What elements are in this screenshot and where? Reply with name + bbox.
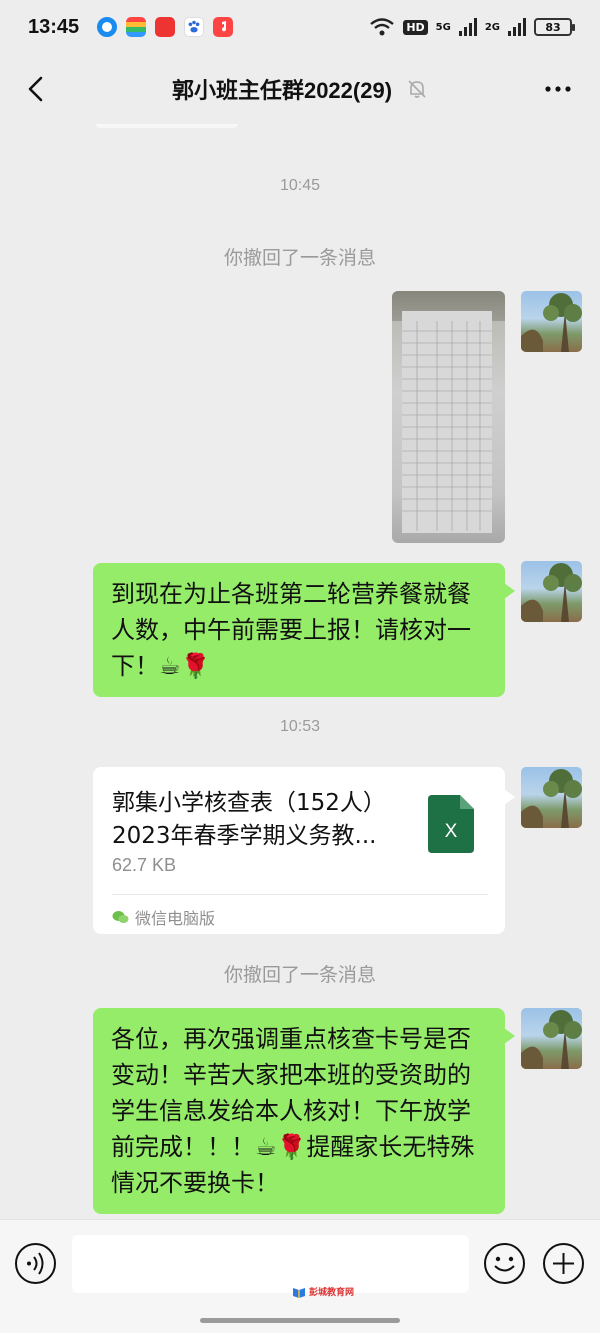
plus-icon[interactable] — [542, 1242, 585, 1285]
mute-bell-icon — [408, 80, 426, 98]
sender-avatar[interactable] — [521, 291, 582, 352]
chat-input-bar: 彭城教育网 — [0, 1219, 600, 1333]
voice-input-icon[interactable] — [14, 1242, 57, 1285]
image-message[interactable] — [392, 291, 505, 543]
wifi-icon — [370, 18, 395, 36]
file-source-label: 微信电脑版 — [135, 909, 216, 928]
table-photo-thumbnail — [392, 291, 505, 533]
text-message[interactable]: 到现在为止各班第二轮营养餐就餐人数，中午前需要上报！请核对一下！☕🌹 — [93, 563, 515, 697]
baidu-paw-app-icon — [184, 17, 205, 37]
blue-circle-app-icon — [97, 17, 118, 37]
status-indicators: HD 5G 2G 83 — [369, 17, 575, 37]
file-name: 郭集小学核查表（152人） 2023年春季学期义务教... — [112, 787, 412, 853]
recall-notice: 你撤回了一条消息 — [223, 964, 376, 986]
rainbow-app-icon — [126, 17, 147, 37]
signal-2g-icon — [508, 18, 526, 36]
network-2g-label: 2G — [484, 21, 500, 33]
battery-icon: 83 — [534, 18, 575, 36]
chat-header: 郭小班主任群2022(29) — [0, 54, 600, 124]
network-5g-label: 5G — [435, 21, 451, 33]
more-options-icon[interactable] — [542, 76, 574, 102]
music-app-icon — [213, 17, 234, 37]
watermark-text: 彭城教育网 — [309, 1288, 355, 1298]
file-size: 62.7 KB — [112, 855, 177, 875]
wechat-logo-icon — [112, 911, 129, 923]
timestamp: 10:45 — [279, 177, 321, 194]
book-logo-icon — [293, 1287, 305, 1298]
file-source: 微信电脑版 — [112, 905, 215, 929]
battery-level: 83 — [545, 20, 561, 34]
toutiao-app-icon — [155, 17, 176, 37]
sender-avatar[interactable] — [521, 561, 582, 622]
sender-avatar[interactable] — [521, 1008, 582, 1069]
message-input[interactable] — [72, 1235, 469, 1293]
back-arrow-icon[interactable] — [22, 74, 52, 104]
file-name-line: 郭集小学核查表（152人） — [112, 790, 386, 816]
status-time: 13:45 — [28, 15, 80, 38]
excel-icon-letter: X — [445, 821, 458, 842]
watermark: 彭城教育网 — [292, 1285, 354, 1298]
status-app-icons — [97, 17, 234, 37]
text-message[interactable]: 各位，再次强调重点核查卡号是否变动！辛苦大家把本班的受资助的学生信息发给本人核对… — [93, 1008, 515, 1214]
status-bar: 13:45 HD 5G 2G 83 — [0, 0, 600, 54]
file-message[interactable]: 郭集小学核查表（152人） 2023年春季学期义务教... 62.7 KB X … — [93, 767, 515, 934]
chat-message-list[interactable]: 10:45 你撤回了一条消息 到现在为止各班第二轮营养餐就餐人数，中午前需要上报… — [0, 124, 600, 1219]
previous-message-edge — [96, 124, 238, 128]
emoji-icon[interactable] — [483, 1242, 526, 1285]
timestamp: 10:53 — [279, 718, 321, 735]
chat-title: 郭小班主任群2022(29) — [171, 78, 393, 103]
sender-avatar[interactable] — [521, 767, 582, 828]
file-divider — [112, 894, 488, 895]
recall-notice: 你撤回了一条消息 — [223, 247, 376, 269]
home-indicator[interactable] — [200, 1318, 400, 1323]
hd-badge: HD — [403, 19, 428, 35]
signal-5g-icon — [458, 18, 477, 36]
file-name-line: 2023年春季学期义务教... — [112, 823, 377, 849]
excel-file-icon: X — [428, 795, 474, 853]
